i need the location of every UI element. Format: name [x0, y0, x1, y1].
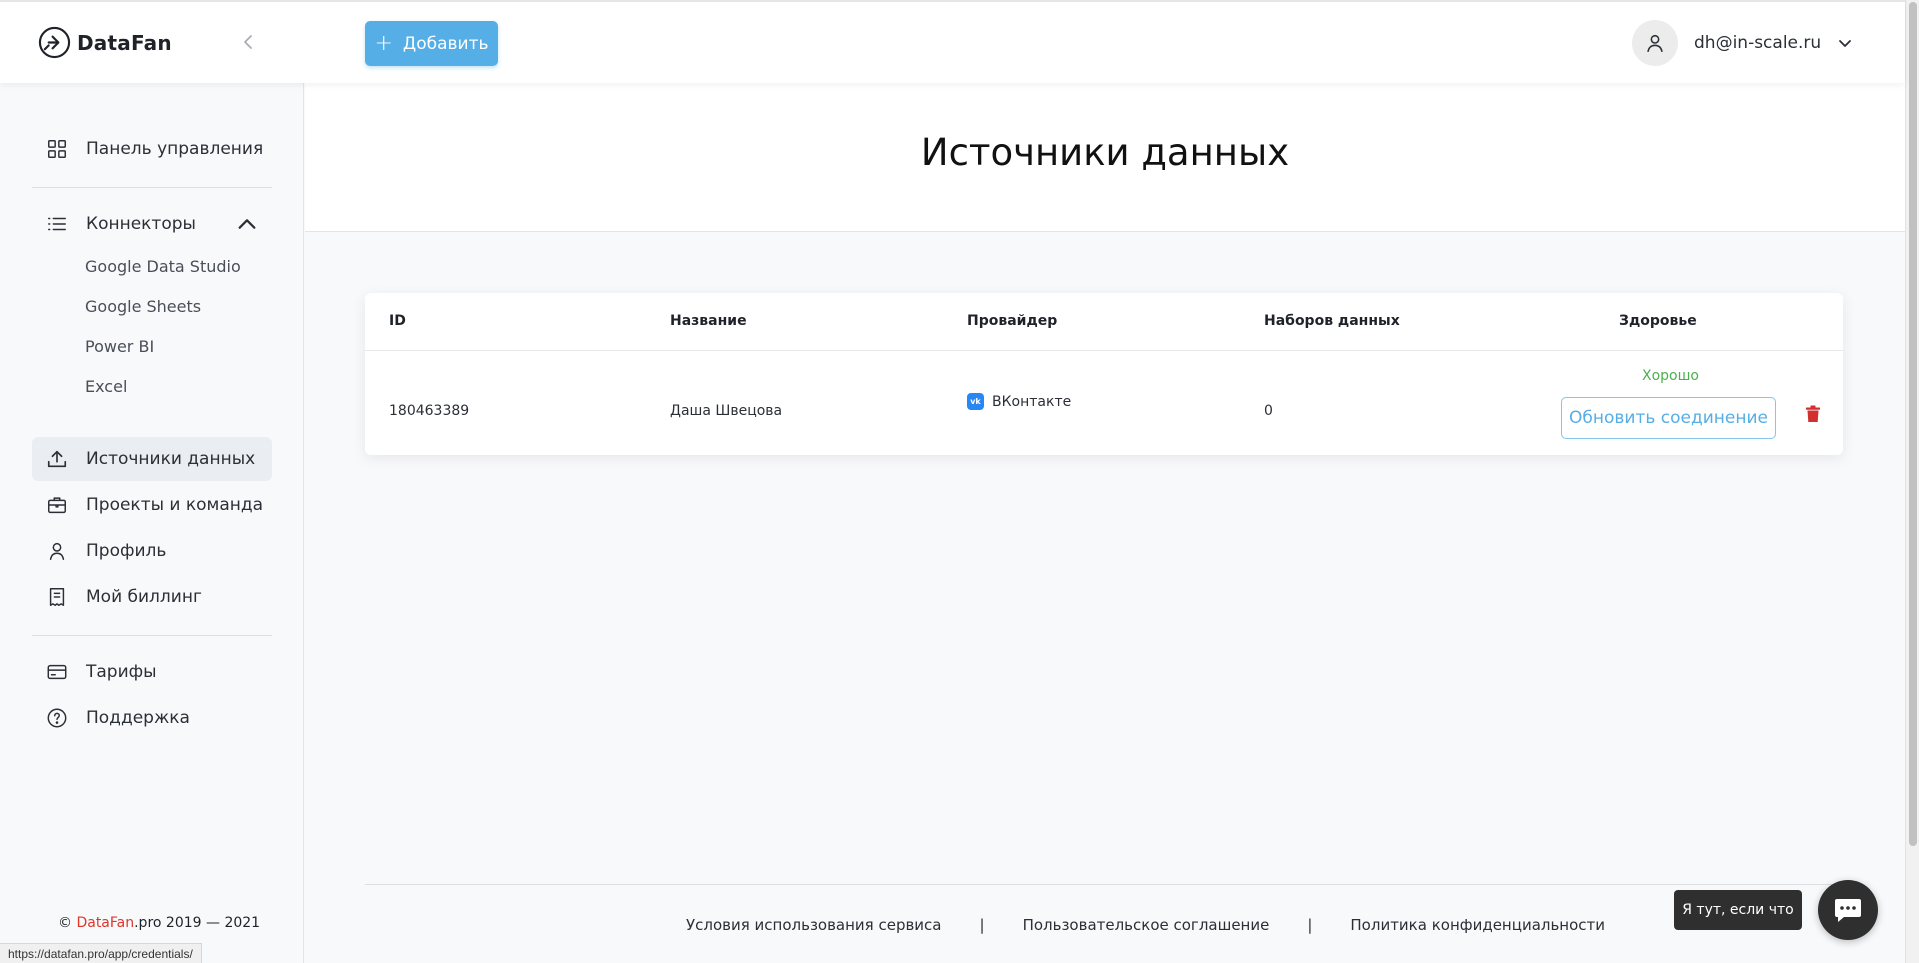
cell-provider: vk ВКонтакте: [967, 393, 1071, 410]
user-agreement-link[interactable]: Пользовательское соглашение: [1023, 916, 1270, 934]
footer-divider: [365, 884, 1843, 885]
column-header-id: ID: [389, 313, 406, 329]
briefcase-icon: [48, 497, 66, 514]
sidebar-item-label: Мой биллинг: [86, 587, 202, 607]
collapse-sidebar-icon[interactable]: [238, 30, 258, 54]
copyright: © DataFan.pro 2019 — 2021: [58, 915, 261, 931]
health-status: Хорошо: [1642, 368, 1699, 384]
cell-id: 180463389: [389, 403, 470, 419]
page-scrollbar[interactable]: [1905, 0, 1919, 963]
footer-separator: |: [979, 916, 985, 934]
sidebar-item-label: Поддержка: [86, 708, 190, 728]
chat-button[interactable]: [1818, 880, 1878, 940]
column-header-datasets: Наборов данных: [1264, 313, 1400, 329]
add-button[interactable]: + Добавить: [365, 21, 498, 66]
sidebar-subitem-google-data-studio[interactable]: Google Data Studio: [85, 257, 241, 276]
column-header-health: Здоровье: [1619, 313, 1697, 329]
copyright-brand-link[interactable]: DataFan: [76, 915, 134, 931]
avatar: [1632, 20, 1678, 66]
sidebar-subitem-google-sheets[interactable]: Google Sheets: [85, 297, 201, 316]
sidebar-item-label: Профиль: [86, 541, 167, 561]
sidebar-item-support[interactable]: Поддержка: [32, 696, 272, 740]
scrollbar-thumb[interactable]: [1909, 2, 1917, 846]
sidebar: Панель управления Коннекторы Google Data…: [0, 83, 304, 963]
vk-icon: vk: [967, 393, 984, 410]
chat-bubble-icon: [1835, 899, 1861, 922]
refresh-connection-button[interactable]: Обновить соединение: [1561, 397, 1776, 439]
terms-of-service-link[interactable]: Условия использования сервиса: [686, 916, 942, 934]
sidebar-divider: [32, 635, 272, 636]
trash-icon[interactable]: [1805, 405, 1821, 423]
sidebar-item-connectors[interactable]: Коннекторы: [32, 202, 272, 246]
user-icon: [49, 542, 65, 560]
sidebar-item-label: Проекты и команда: [86, 495, 264, 515]
user-menu[interactable]: dh@in-scale.ru: [1632, 20, 1853, 66]
footer-links: Условия использования сервиса | Пользова…: [686, 916, 1605, 934]
logo[interactable]: DataFan: [38, 26, 172, 59]
column-header-provider: Провайдер: [967, 313, 1058, 329]
page-title: Источники данных: [920, 131, 1290, 174]
chevron-down-icon: [1839, 40, 1852, 47]
top-header: DataFan + Добавить dh@in-scale.ru: [0, 0, 1905, 83]
chevron-up-icon[interactable]: [236, 213, 258, 235]
sidebar-divider: [32, 187, 272, 188]
privacy-policy-link[interactable]: Политика конфиденциальности: [1350, 916, 1605, 934]
sidebar-item-tariffs[interactable]: Тарифы: [32, 650, 272, 694]
browser-status-url: https://datafan.pro/app/credentials/: [0, 943, 202, 963]
user-email: dh@in-scale.ru: [1694, 33, 1822, 53]
receipt-icon: [49, 588, 65, 606]
table-header: ID Название Провайдер Наборов данных Здо…: [365, 293, 1843, 351]
plus-icon: +: [374, 30, 393, 56]
data-sources-table: ID Название Провайдер Наборов данных Здо…: [365, 293, 1843, 455]
sidebar-item-label: Коннекторы: [86, 214, 196, 234]
sidebar-subitem-power-bi[interactable]: Power BI: [85, 337, 154, 356]
add-button-label: Добавить: [402, 33, 489, 54]
provider-label: ВКонтакте: [992, 393, 1072, 410]
sidebar-item-profile[interactable]: Профиль: [32, 529, 272, 573]
sidebar-item-projects[interactable]: Проекты и команда: [32, 483, 272, 527]
grid-icon: [48, 140, 66, 158]
sidebar-subitem-excel[interactable]: Excel: [85, 377, 127, 396]
sidebar-item-label: Источники данных: [86, 449, 256, 469]
credit-card-icon: [47, 664, 67, 680]
help-circle-icon: [47, 708, 67, 728]
footer-separator: |: [1307, 916, 1313, 934]
sidebar-item-data-sources[interactable]: Источники данных: [32, 437, 272, 481]
user-icon: [1647, 34, 1663, 53]
sidebar-item-label: Панель управления: [86, 139, 264, 159]
logo-text: DataFan: [77, 30, 172, 55]
sidebar-item-label: Тарифы: [86, 662, 157, 682]
chat-tooltip[interactable]: Я тут, если что: [1674, 890, 1802, 930]
cell-datasets: 0: [1264, 403, 1273, 419]
column-header-name: Название: [670, 313, 747, 329]
logo-icon: [38, 26, 71, 59]
upload-icon: [47, 450, 67, 468]
page-header: Источники данных: [305, 83, 1905, 232]
cell-name: Даша Швецова: [670, 403, 783, 419]
list-icon: [48, 217, 66, 231]
sidebar-item-dashboard[interactable]: Панель управления: [32, 127, 272, 171]
sidebar-item-billing[interactable]: Мой биллинг: [32, 575, 272, 619]
